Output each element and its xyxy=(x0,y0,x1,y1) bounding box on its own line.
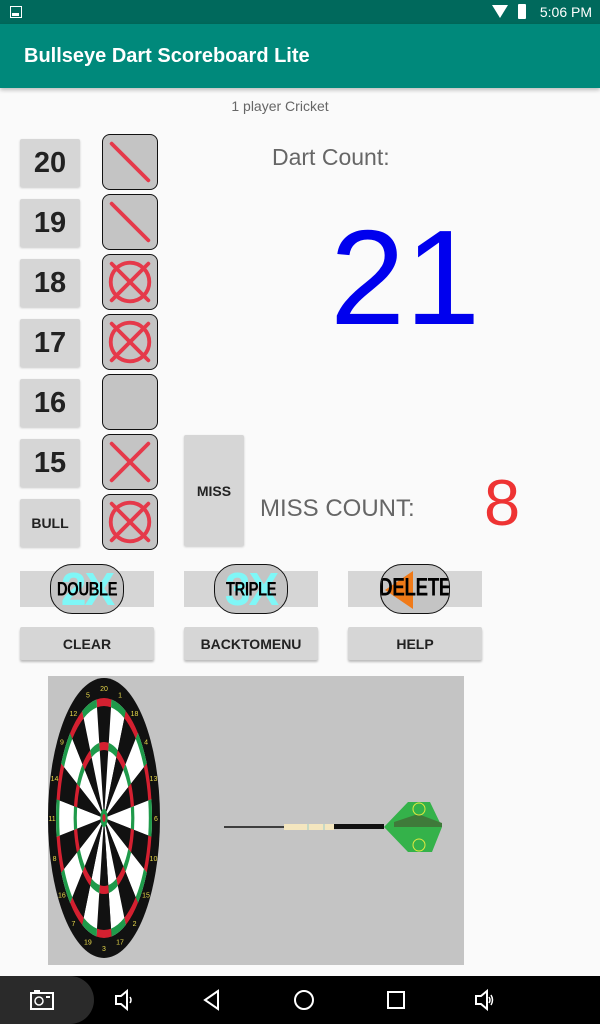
triple-label: TRIPLE xyxy=(225,577,277,601)
volume-up-icon[interactable] xyxy=(472,988,496,1012)
navigation-bar xyxy=(0,976,600,1024)
image-notification-icon xyxy=(10,6,22,18)
board-number: 6 xyxy=(154,816,158,823)
empty-mark-icon xyxy=(103,375,157,429)
board-number: 16 xyxy=(58,892,66,899)
app-bar: Bullseye Dart Scoreboard Lite xyxy=(0,24,600,88)
board-number: 19 xyxy=(84,940,92,947)
camera-icon xyxy=(30,990,54,1010)
slash-mark-icon xyxy=(109,141,151,183)
back-icon[interactable] xyxy=(200,988,224,1012)
board-number: 12 xyxy=(70,711,78,718)
dart-count-label: Dart Count: xyxy=(272,144,390,170)
clear-button[interactable]: CLEAR xyxy=(20,627,154,660)
closed-mark-icon xyxy=(108,260,152,304)
mark-box-20 xyxy=(102,134,158,190)
board-number: 3 xyxy=(102,946,106,953)
triple-ring-segment xyxy=(130,806,135,830)
board-number: 9 xyxy=(60,740,64,747)
delete-button[interactable]: DELETE xyxy=(380,564,450,614)
board-number: 11 xyxy=(48,816,55,823)
dartboard-area[interactable]: 20 1 18 4 13 6 10 15 2 17 3 19 7 16 8 11 14 9 12 5 xyxy=(48,676,464,965)
game-mode-label: 1 player Cricket xyxy=(231,98,329,114)
recents-icon[interactable] xyxy=(384,988,408,1012)
mark-box-17 xyxy=(102,314,158,370)
mark-box-bull xyxy=(102,494,158,550)
double-ring-segment xyxy=(96,928,112,938)
dartboard-graphic[interactable]: 20 1 18 4 13 6 10 15 2 17 3 19 7 16 8 11 14 9 12 5 xyxy=(48,676,464,965)
screenshot-button[interactable] xyxy=(0,976,94,1024)
dart-count-value: 21 xyxy=(330,202,481,353)
back-to-menu-button[interactable]: BACKTOMENU xyxy=(184,627,318,660)
x-mark-icon xyxy=(109,441,151,483)
board-number: 15 xyxy=(142,892,150,899)
board-number: 8 xyxy=(53,856,57,863)
volume-down-icon[interactable] xyxy=(112,988,136,1012)
double-button[interactable]: 2X DOUBLE xyxy=(50,564,124,614)
clock: 5:06 PM xyxy=(539,4,592,20)
target-button-15[interactable]: 15 xyxy=(20,439,80,487)
mark-box-18 xyxy=(102,254,158,310)
board-number: 2 xyxy=(133,921,137,928)
wifi-icon xyxy=(492,5,508,18)
target-button-19[interactable]: 19 xyxy=(20,199,80,247)
target-button-16[interactable]: 16 xyxy=(20,379,80,427)
board-number: 13 xyxy=(150,776,158,783)
target-button-17[interactable]: 17 xyxy=(20,319,80,367)
miss-count-label: MISS COUNT: xyxy=(260,495,415,522)
board-number: 18 xyxy=(131,711,139,718)
home-icon[interactable] xyxy=(292,988,316,1012)
board-number: 10 xyxy=(150,856,158,863)
board-number: 4 xyxy=(144,740,148,747)
closed-mark-icon xyxy=(108,320,152,364)
target-button-20[interactable]: 20 xyxy=(20,139,80,187)
triple-ring-segment xyxy=(73,806,78,830)
double-ring-segment xyxy=(148,799,152,837)
status-bar: 5:06 PM xyxy=(0,0,600,24)
triple-ring-segment xyxy=(99,885,109,894)
mark-box-16 xyxy=(102,374,158,430)
target-button-18[interactable]: 18 xyxy=(20,259,80,307)
dartboard xyxy=(48,678,160,958)
battery-icon xyxy=(518,4,526,19)
bullseye xyxy=(102,814,106,822)
app-title: Bullseye Dart Scoreboard Lite xyxy=(24,45,310,67)
target-button-bull[interactable]: BULL xyxy=(20,499,80,547)
triple-ring-segment xyxy=(99,742,109,751)
mark-box-15 xyxy=(102,434,158,490)
mark-box-19 xyxy=(102,194,158,250)
slash-mark-icon xyxy=(109,201,151,243)
help-button[interactable]: HELP xyxy=(348,627,482,660)
double-ring-segment xyxy=(96,698,112,708)
double-label: DOUBLE xyxy=(56,577,118,601)
board-number: 7 xyxy=(71,921,75,928)
board-number: 20 xyxy=(100,686,108,693)
miss-button[interactable]: MISS xyxy=(184,435,244,546)
triple-button[interactable]: 3X TRIPLE xyxy=(214,564,288,614)
closed-mark-icon xyxy=(108,500,152,544)
delete-label: DELETE xyxy=(380,574,450,602)
board-number: 14 xyxy=(51,776,59,783)
dart-icon xyxy=(224,802,442,852)
board-number: 1 xyxy=(118,692,122,699)
double-ring-segment xyxy=(56,799,60,837)
board-number: 17 xyxy=(116,940,124,947)
miss-count-value: 8 xyxy=(484,466,521,539)
board-number: 5 xyxy=(86,692,90,699)
